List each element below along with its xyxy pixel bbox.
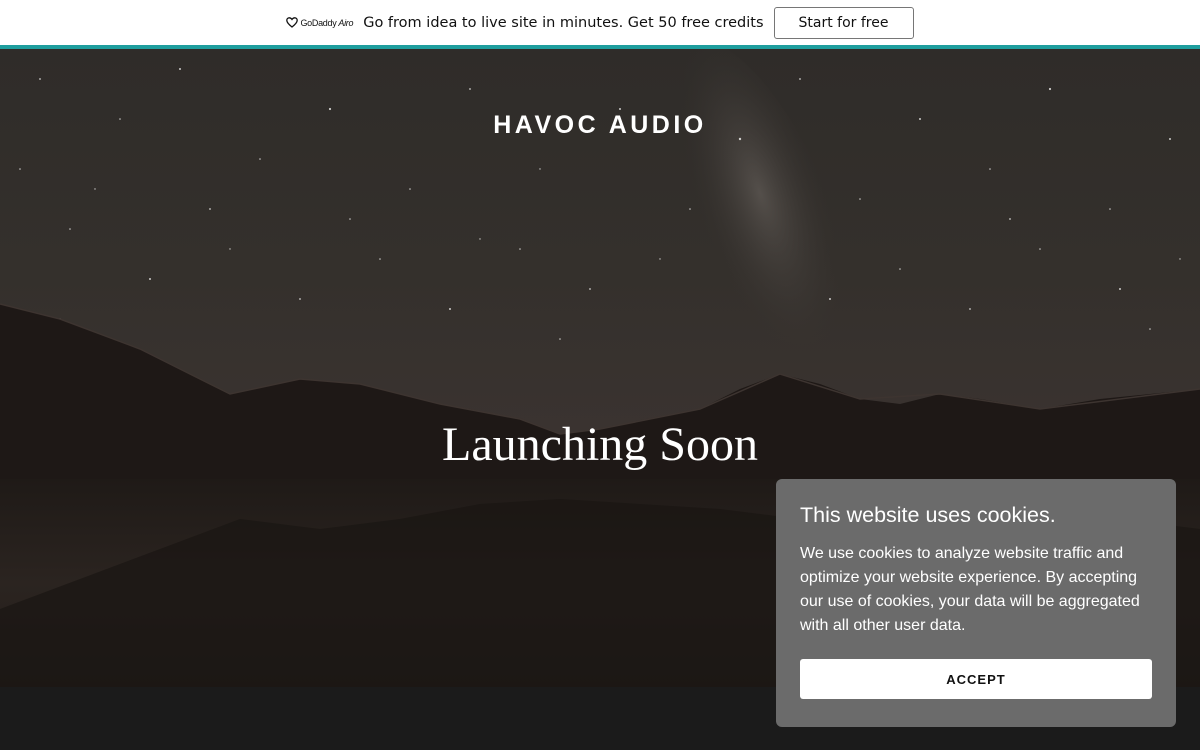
cookie-banner-message: We use cookies to analyze website traffi… [800,545,1140,634]
start-for-free-button[interactable]: Start for free [773,6,914,39]
accept-cookies-button[interactable]: ACCEPT [800,659,1152,699]
cookie-consent-banner: This website uses cookies. We use cookie… [776,479,1176,727]
promo-text: Go from idea to live site in minutes. Ge… [363,14,764,31]
cookie-banner-title: This website uses cookies. [800,503,1056,527]
promo-bar: GoDaddy Airo Go from idea to live site i… [0,0,1200,45]
godaddy-heart-icon [286,17,299,28]
godaddy-airo-logo[interactable]: GoDaddy Airo [286,17,354,28]
brand-name: GoDaddy [300,17,337,28]
launching-soon-headline: Launching Soon [442,418,758,471]
brand-product: Airo [338,17,354,28]
site-title[interactable]: HAVOC AUDIO [0,111,1200,140]
